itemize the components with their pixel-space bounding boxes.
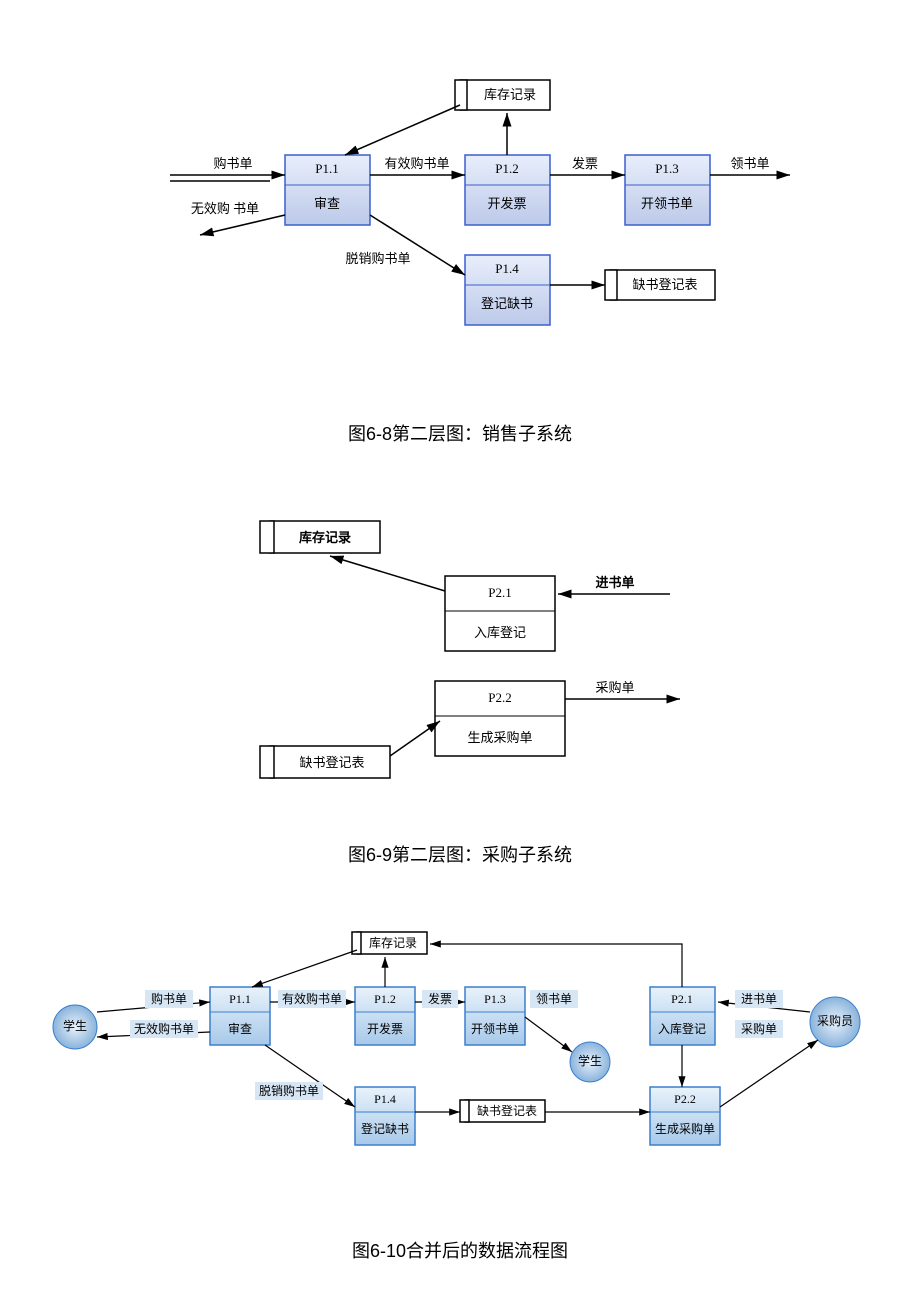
- flow-reject: [200, 215, 285, 235]
- flow-po-610: [720, 1040, 818, 1107]
- svg-text:进书单: 进书单: [741, 992, 777, 1006]
- caption-6-8: 图6-8第二层图：销售子系统: [0, 420, 920, 446]
- svg-text:生成采购单: 生成采购单: [467, 730, 532, 745]
- svg-text:入库登记: 入库登记: [474, 625, 526, 640]
- svg-text:购书单: 购书单: [151, 991, 187, 1006]
- process-p13: P1.3 开领书单: [625, 155, 710, 225]
- datastore-shortage-69: 缺书登记表: [260, 746, 390, 778]
- flow-label-invoice: 发票: [572, 156, 598, 171]
- svg-text:P1.2: P1.2: [374, 992, 396, 1006]
- svg-text:审查: 审查: [228, 1021, 252, 1036]
- svg-text:P1.1: P1.1: [315, 161, 338, 176]
- process-p14: P1.4 登记缺书: [465, 255, 550, 325]
- svg-text:库存记录: 库存记录: [369, 935, 417, 950]
- flow-label-oos: 脱销购书单: [345, 251, 410, 266]
- flow-label-purchase: 购书单: [213, 156, 252, 171]
- datastore-inventory: 库存记录: [455, 80, 550, 110]
- flow-label-instock: 进书单: [595, 575, 634, 590]
- external-buyer: 采购员: [810, 997, 860, 1047]
- svg-text:P1.3: P1.3: [484, 992, 506, 1006]
- process-p21-610: P2.1 入库登记: [650, 987, 715, 1045]
- flow-oos: [370, 215, 465, 275]
- diagram-6-9: 库存记录 P2.1 入库登记 P2.2 生成采购单 缺书登记表 进书单 采购单: [0, 486, 920, 806]
- flow-label-receipt: 领书单: [730, 156, 769, 171]
- diagram-6-8: 库存记录 P1.1 审查 P1.2 开发票 P1.3 开领书单 P1.4 登记缺…: [0, 0, 920, 360]
- svg-text:缺书登记表: 缺书登记表: [299, 755, 364, 770]
- svg-text:学生: 学生: [63, 1018, 87, 1033]
- svg-text:P2.1: P2.1: [671, 992, 693, 1006]
- svg-text:开领书单: 开领书单: [471, 1022, 519, 1036]
- process-p13-610: P1.3 开领书单: [465, 987, 525, 1045]
- svg-text:登记缺书: 登记缺书: [481, 296, 533, 311]
- process-p12: P1.2 开发票: [465, 155, 550, 225]
- diagram-6-10: 库存记录 学生 P1.1 审查 P1.2 开发票 P1.3 开领书单 P2.1 …: [0, 912, 920, 1182]
- svg-text:缺书登记表: 缺书登记表: [477, 1103, 537, 1118]
- flow-inv-p11-610: [252, 950, 357, 987]
- process-p11-610: P1.1 审查: [210, 987, 270, 1045]
- external-student-left: 学生: [53, 1005, 97, 1049]
- process-p22-610: P2.2 生成采购单: [650, 1087, 720, 1145]
- svg-text:P1.1: P1.1: [229, 992, 251, 1006]
- svg-text:有效购书单: 有效购书单: [282, 991, 342, 1006]
- datastore-shortage: 缺书登记表: [605, 270, 715, 300]
- svg-text:P2.1: P2.1: [488, 585, 511, 600]
- svg-text:入库登记: 入库登记: [658, 1021, 706, 1036]
- process-p14-610: P1.4 登记缺书: [355, 1087, 415, 1145]
- svg-text:登记缺书: 登记缺书: [361, 1121, 409, 1136]
- caption-6-10: 图6-10合并后的数据流程图: [0, 1237, 920, 1263]
- flow-p21-inv-610: [430, 944, 682, 987]
- svg-text:脱销购书单: 脱销购书单: [259, 1083, 319, 1098]
- svg-text:库存记录: 库存记录: [299, 530, 351, 545]
- process-p11: P1.1 审查: [285, 155, 370, 225]
- process-p22: P2.2 生成采购单: [435, 681, 565, 756]
- process-p12-610: P1.2 开发票: [355, 987, 415, 1045]
- svg-text:P1.4: P1.4: [374, 1092, 396, 1106]
- svg-text:缺书登记表: 缺书登记表: [632, 277, 697, 292]
- external-student-mid: 学生: [570, 1042, 610, 1082]
- caption-6-9: 图6-9第二层图：采购子系统: [0, 841, 920, 867]
- flow-inventory-p11: [345, 105, 460, 155]
- flow-label-po: 采购单: [595, 680, 634, 695]
- datastore-shortage-610: 缺书登记表: [460, 1100, 545, 1122]
- flow-shortage-p22: [390, 721, 440, 756]
- svg-text:无效购书单: 无效购书单: [134, 1021, 194, 1036]
- svg-text:P2.2: P2.2: [674, 1092, 696, 1106]
- svg-text:P2.2: P2.2: [488, 690, 511, 705]
- svg-text:开发票: 开发票: [367, 1021, 403, 1036]
- svg-text:采购员: 采购员: [817, 1013, 853, 1028]
- svg-text:发票: 发票: [428, 991, 452, 1006]
- svg-text:P1.2: P1.2: [495, 161, 518, 176]
- flow-p21-inventory: [330, 556, 445, 591]
- datastore-inventory-610: 库存记录: [352, 932, 427, 954]
- svg-text:库存记录: 库存记录: [484, 87, 536, 102]
- flow-receipt-610: [525, 1017, 572, 1052]
- svg-text:领书单: 领书单: [536, 992, 572, 1006]
- svg-text:审查: 审查: [314, 196, 340, 211]
- svg-text:生成采购单: 生成采购单: [655, 1121, 715, 1136]
- svg-text:P1.3: P1.3: [655, 161, 678, 176]
- flow-label-reject: 无效购 书单: [191, 201, 259, 216]
- svg-text:学生: 学生: [578, 1053, 602, 1068]
- flow-label-valid: 有效购书单: [384, 156, 449, 171]
- process-p21: P2.1 入库登记: [445, 576, 555, 651]
- svg-text:采购单: 采购单: [741, 1021, 777, 1036]
- datastore-inventory-69: 库存记录: [260, 521, 380, 553]
- svg-text:开领书单: 开领书单: [641, 196, 693, 211]
- svg-text:开发票: 开发票: [487, 196, 526, 211]
- svg-text:P1.4: P1.4: [495, 261, 519, 276]
